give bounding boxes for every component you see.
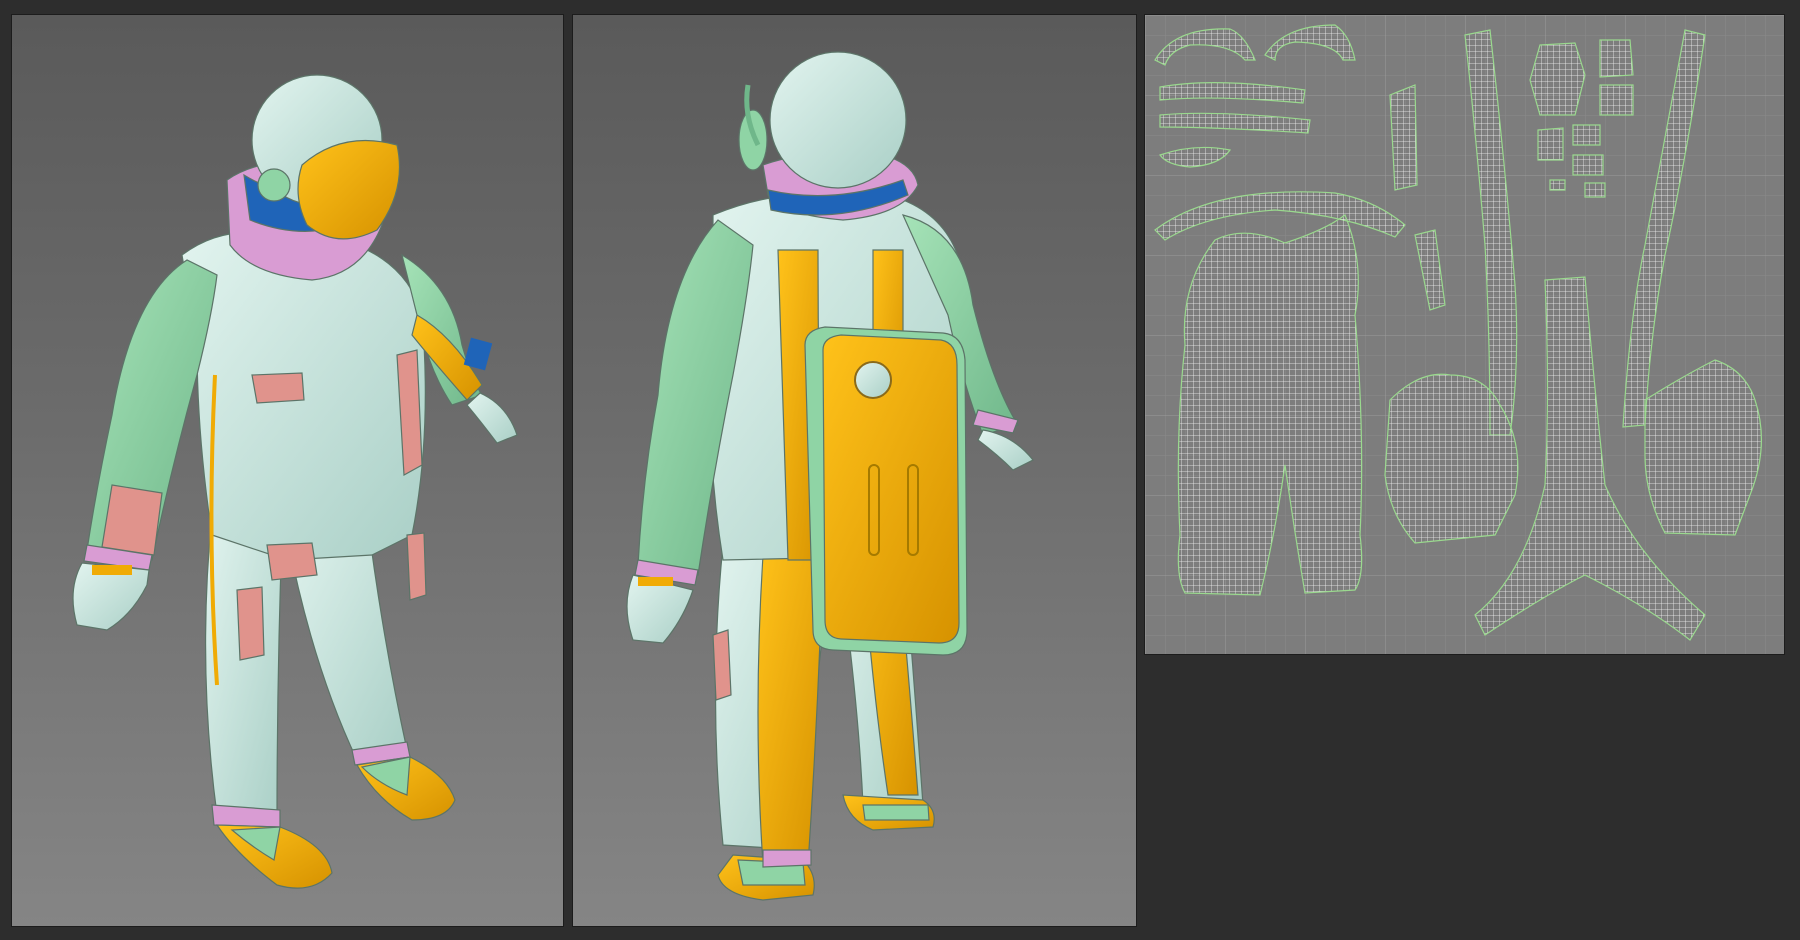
back-model-render [626,51,1034,901]
viewport-uv-editor[interactable] [1144,14,1785,655]
uv-layout [1145,15,1784,654]
front-model-render [72,74,518,889]
empty-panel-area [1144,656,1785,927]
viewport-back-perspective[interactable] [572,14,1137,927]
viewport-front-perspective[interactable] [11,14,564,927]
